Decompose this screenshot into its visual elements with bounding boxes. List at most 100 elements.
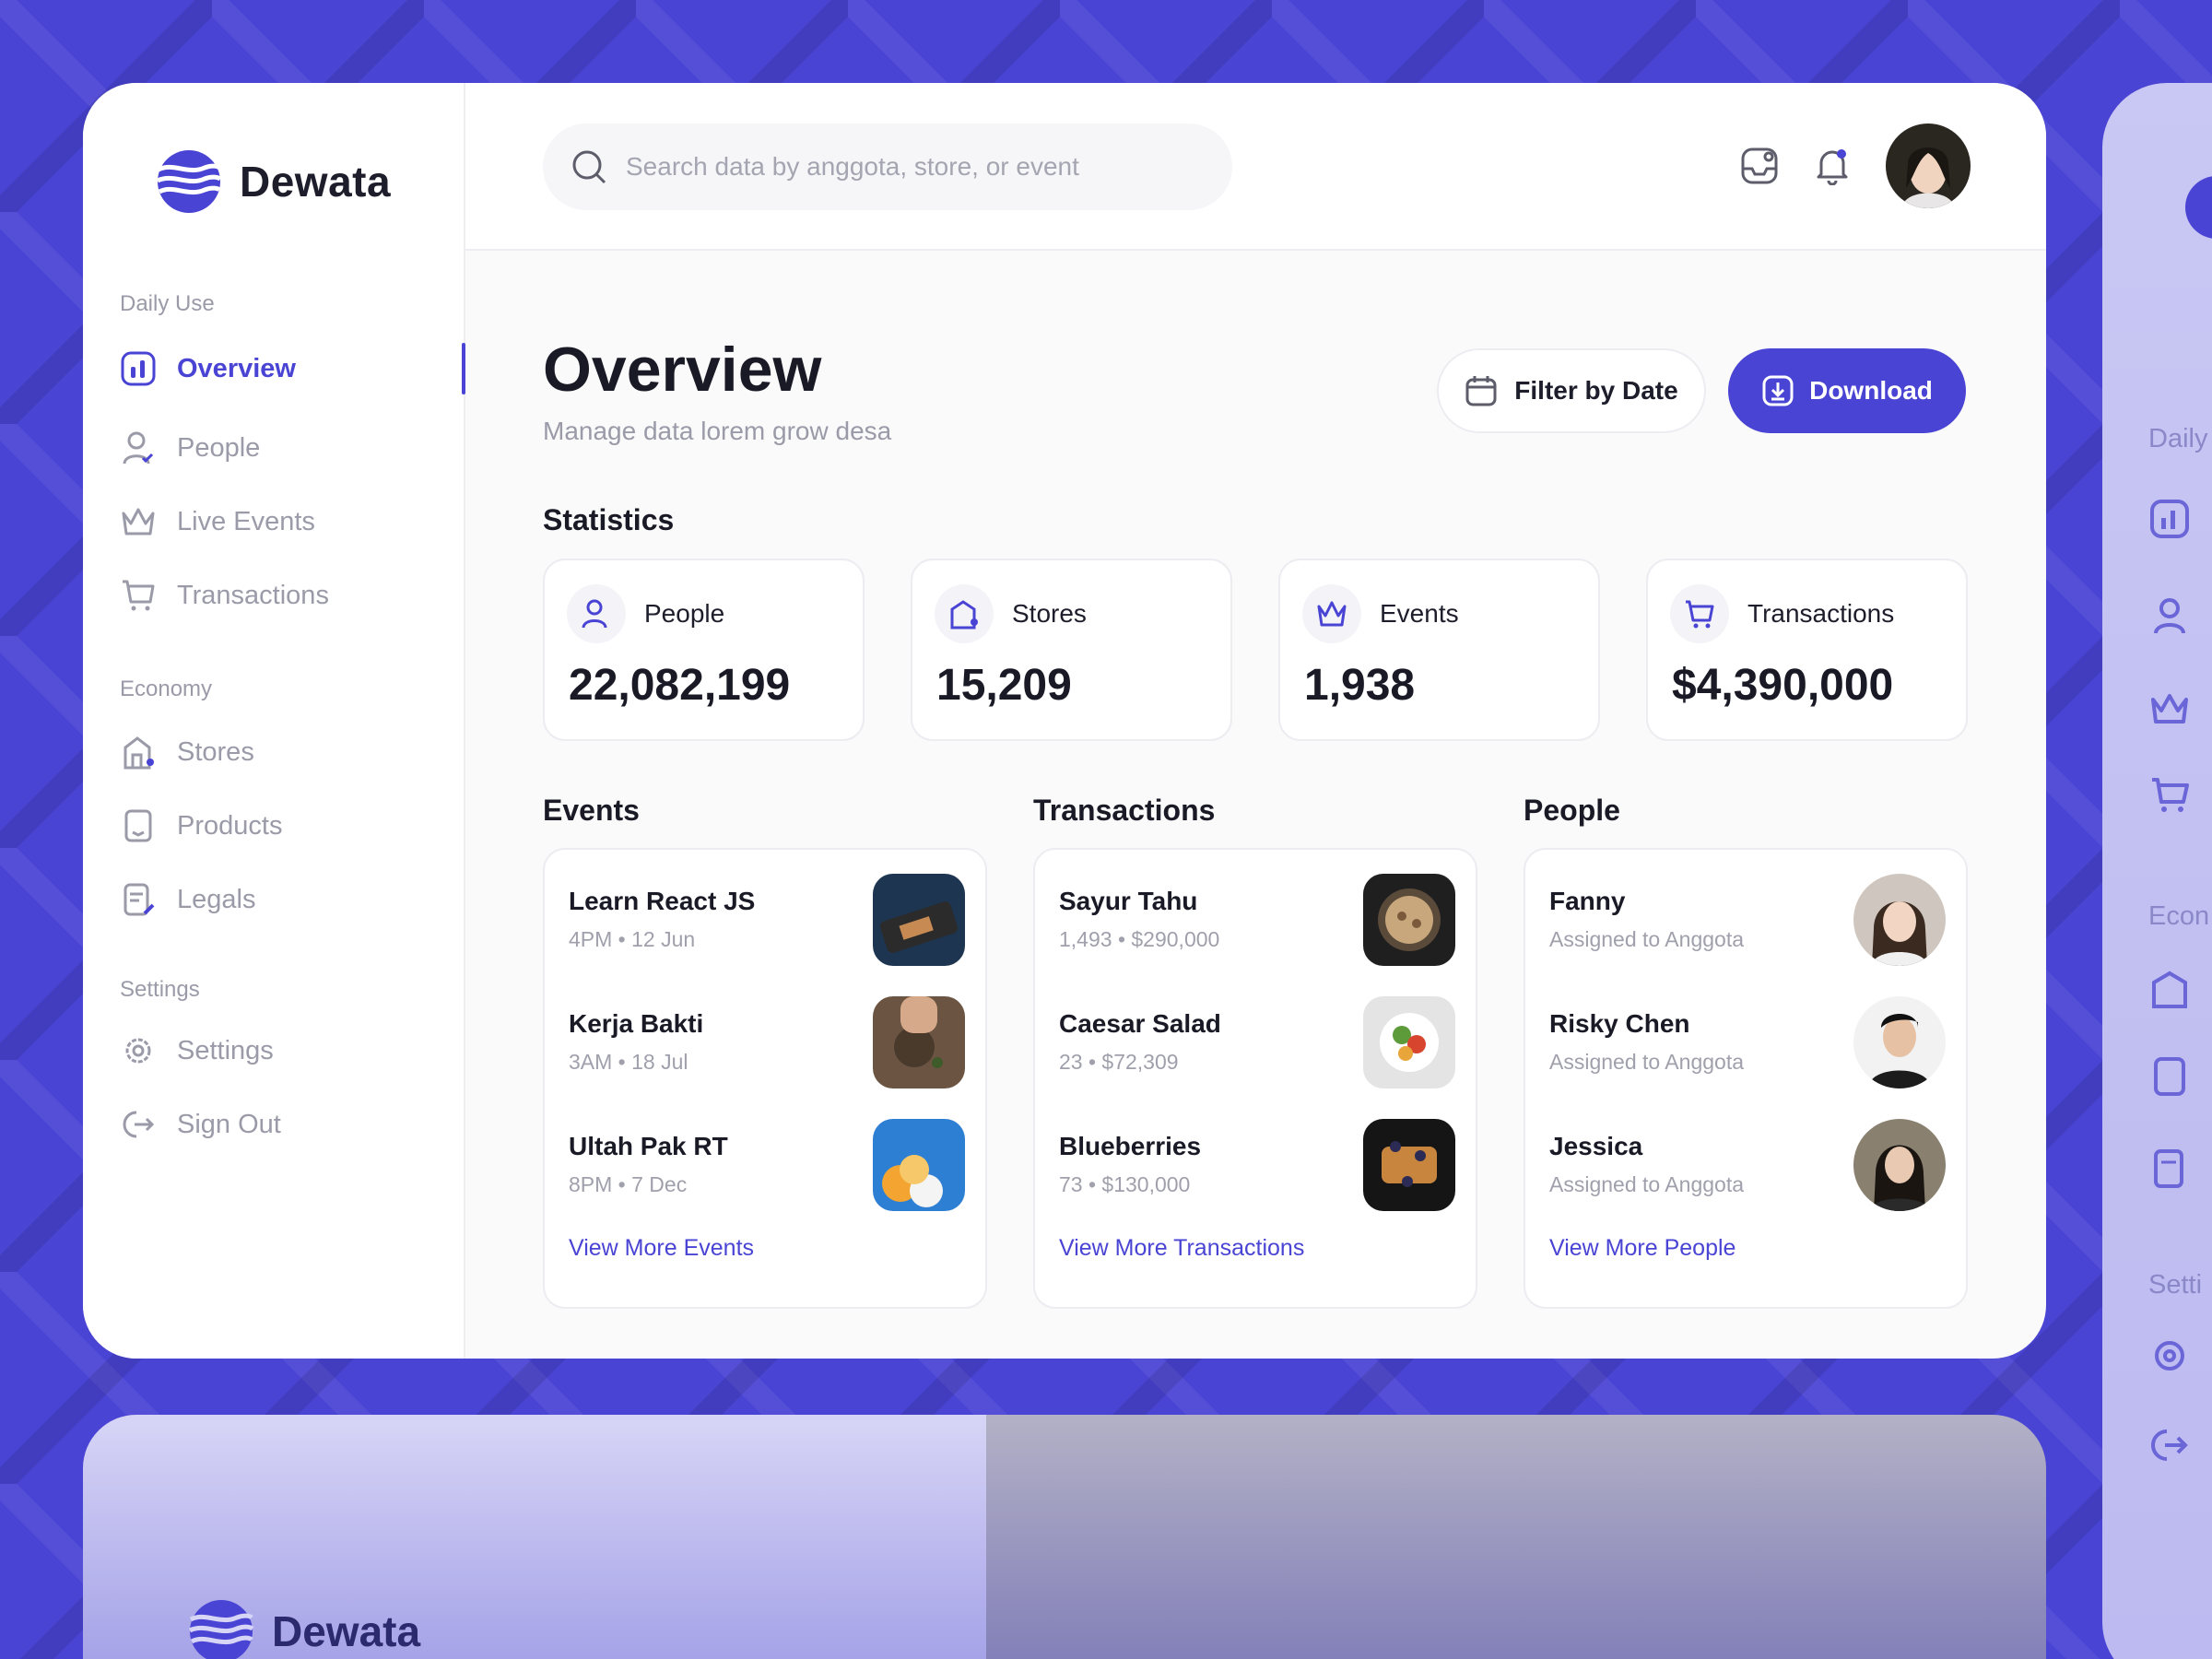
sidebar-item-label: Stores [177,736,254,767]
list-item[interactable]: Blueberries 73 • $130,000 [1059,1119,1455,1211]
dashboard-window: Dewata Daily Use Overview People Live Ev… [83,83,2046,1359]
view-more-people-link[interactable]: View More People [1549,1235,1735,1262]
search-icon [572,150,606,184]
sidebar-item-label: Overview [177,353,296,383]
view-more-events-link[interactable]: View More Events [569,1235,754,1262]
sidebar-item-sign-out[interactable]: Sign Out [120,1104,281,1145]
stat-value: 1,938 [1304,661,1416,710]
store-icon [2152,971,2187,1008]
sidebar-item-legals[interactable]: Legals [120,879,255,920]
store-icon [935,584,994,643]
list-item[interactable]: Kerja Bakti 3AM • 18 Jul [569,996,965,1088]
cart-icon [120,577,157,614]
transaction-title: Sayur Tahu [1059,887,1198,915]
nav-group-economy: Economy [120,677,213,701]
statistics-title: Statistics [543,503,675,536]
brand-logo[interactable]: Dewata [157,149,391,214]
sidebar-item-overview[interactable]: Overview [120,348,296,389]
inbox-icon[interactable] [1740,147,1779,185]
nav-group-daily-use: Daily Use [120,291,215,316]
list-item[interactable]: Sayur Tahu 1,493 • $290,000 [1059,874,1455,966]
crown-icon [1302,584,1361,643]
user-icon [2154,598,2185,634]
sidebar-item-label: Transactions [177,580,329,610]
sidebar-item-label: Live Events [177,506,315,536]
stat-value: 22,082,199 [569,661,791,710]
transaction-title: Blueberries [1059,1132,1202,1160]
sidebar-item-label: Products [177,810,283,841]
event-meta: 8PM • 7 Dec [569,1172,688,1196]
event-title: Learn React JS [569,887,756,915]
list-item[interactable]: Caesar Salad 23 • $72,309 [1059,996,1455,1088]
preview-image [986,1415,2046,1659]
document-icon [120,881,157,918]
sidebar: Dewata Daily Use Overview People Live Ev… [83,83,465,1359]
top-actions [1740,124,1971,208]
sidebar-item-label: Sign Out [177,1109,281,1139]
person-meta: Assigned to Anggota [1549,1050,1744,1074]
document-icon [2154,1149,2183,1188]
bell-icon[interactable] [1814,147,1851,185]
nav-group-settings: Settings [120,977,200,1002]
sidebar-item-live-events[interactable]: Live Events [120,501,315,542]
person-name: Jessica [1549,1132,1643,1160]
person-meta: Assigned to Anggota [1549,1172,1744,1196]
avatar [1853,874,1946,966]
avatar [1853,996,1946,1088]
stat-card-people: People 22,082,199 [543,559,865,741]
sidebar-item-label: Settings [177,1035,274,1065]
transaction-title: Caesar Salad [1059,1009,1221,1038]
transaction-thumbnail [1363,996,1455,1088]
brand-name: Dewata [272,1607,421,1655]
list-item[interactable]: Ultah Pak RT 8PM • 7 Dec [569,1119,965,1211]
list-item[interactable]: Risky Chen Assigned to Anggota [1549,996,1946,1088]
transactions-title: Transactions [1033,794,1216,827]
stat-value: $4,390,000 [1672,661,1894,710]
receipt-icon [2154,1057,2185,1096]
view-more-transactions-link[interactable]: View More Transactions [1059,1235,1304,1262]
transaction-thumbnail [1363,874,1455,966]
stat-card-stores: Stores 15,209 [911,559,1232,741]
preview-label-daily: Daily [2148,424,2208,453]
download-icon [1762,375,1794,406]
cart-icon [1670,584,1729,643]
events-title: Events [543,794,640,827]
people-card: Fanny Assigned to Anggota Risky Chen Ass… [1524,848,1968,1309]
avatar[interactable] [1886,124,1971,208]
avatar [1853,1119,1946,1211]
list-item[interactable]: Learn React JS 4PM • 12 Jun [569,874,965,966]
sidebar-item-products[interactable]: Products [120,806,282,846]
sign-out-icon [2151,1430,2188,1461]
transaction-meta: 73 • $130,000 [1059,1172,1191,1196]
logo-icon [189,1600,253,1659]
main-content: Search data by anggota, store, or event … [465,83,2046,1359]
stat-value: 15,209 [936,661,1072,710]
store-icon [120,734,157,771]
calendar-icon [1465,376,1497,406]
search-input[interactable]: Search data by anggota, store, or event [543,124,1232,210]
event-meta: 3AM • 18 Jul [569,1050,688,1074]
page-title: Overview [543,335,822,405]
sign-out-icon [120,1106,157,1143]
filter-by-date-button[interactable]: Filter by Date [1437,348,1706,433]
sidebar-item-transactions[interactable]: Transactions [120,575,329,616]
stat-label: People [644,599,725,628]
people-title: People [1524,794,1620,827]
sidebar-item-people[interactable]: People [120,428,260,468]
brand-name: Dewata [240,158,392,206]
transaction-meta: 23 • $72,309 [1059,1050,1179,1074]
event-title: Ultah Pak RT [569,1132,728,1160]
download-button[interactable]: Download [1728,348,1966,433]
list-item[interactable]: Fanny Assigned to Anggota [1549,874,1946,966]
crown-icon [120,503,157,540]
list-item[interactable]: Jessica Assigned to Anggota [1549,1119,1946,1211]
events-card: Learn React JS 4PM • 12 Jun Kerja Bakti … [543,848,987,1309]
chart-icon [2150,500,2189,538]
event-thumbnail [873,1119,965,1211]
sidebar-item-settings[interactable]: Settings [120,1030,274,1071]
page-subtitle: Manage data lorem grow desa [543,417,892,445]
cart-icon [2152,778,2189,812]
stat-label: Transactions [1747,599,1895,628]
sidebar-item-stores[interactable]: Stores [120,732,254,772]
gear-icon [120,1032,157,1069]
